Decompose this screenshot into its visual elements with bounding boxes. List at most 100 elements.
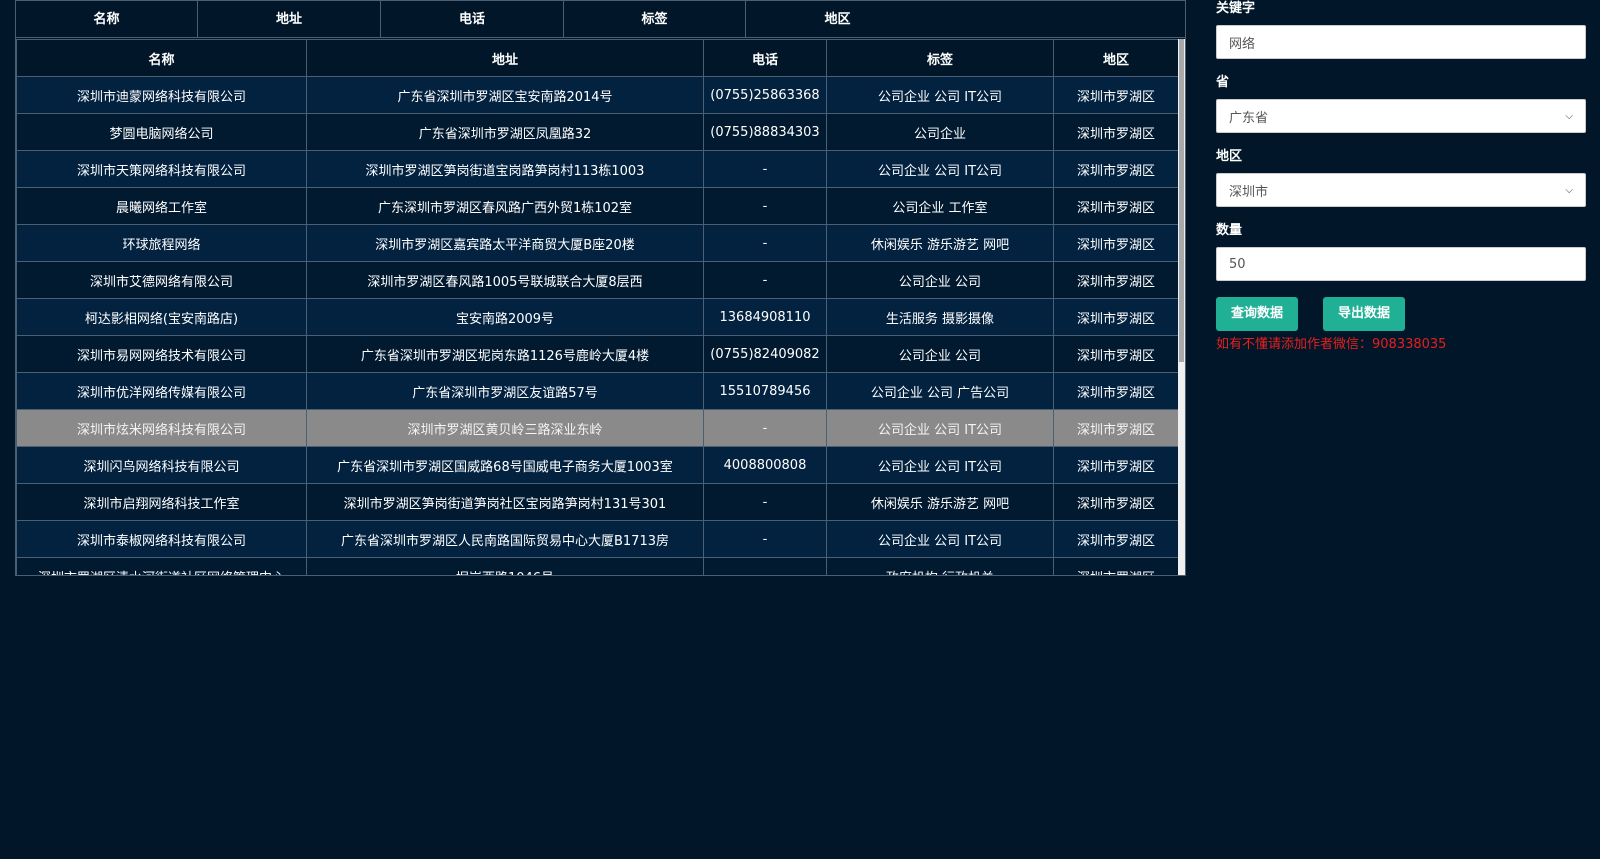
cell-address: 深圳市罗湖区黄贝岭三路深业东岭 bbox=[306, 409, 704, 447]
cell-tags: 公司企业 工作室 bbox=[826, 187, 1054, 225]
column-header-region[interactable]: 地区 bbox=[1053, 39, 1179, 77]
cell-name: 深圳市炫米网络科技有限公司 bbox=[16, 409, 307, 447]
cell-phone: - bbox=[703, 483, 827, 521]
cell-address: 广东深圳市罗湖区春风路广西外贸1栋102室 bbox=[306, 187, 704, 225]
table-row[interactable]: 深圳市迪蒙网络科技有限公司 广东省深圳市罗湖区宝安南路2014号 (0755)258… bbox=[16, 76, 1179, 114]
cell-region: 深圳市罗湖区 bbox=[1053, 557, 1179, 575]
cell-address: 坭岗西路1046号 bbox=[306, 557, 704, 575]
chevron-down-icon: ⌵ bbox=[1565, 184, 1573, 196]
fixed-header-name[interactable]: 名称 bbox=[16, 1, 198, 38]
cell-tags: 休闲娱乐 游乐游艺 网吧 bbox=[826, 483, 1054, 521]
cell-phone: - bbox=[703, 224, 827, 262]
table-row[interactable]: 晨曦网络工作室 广东深圳市罗湖区春风路广西外贸1栋102室 - 公司企业 工作室 深圳市… bbox=[16, 187, 1179, 225]
table-row[interactable]: 深圳市易网网络技术有限公司 广东省深圳市罗湖区坭岗东路1126号鹿岭大厦4楼 (07… bbox=[16, 335, 1179, 373]
cell-region: 深圳市罗湖区 bbox=[1053, 335, 1179, 373]
cell-region: 深圳市罗湖区 bbox=[1053, 187, 1179, 225]
table-row[interactable]: 梦圆电脑网络公司 广东省深圳市罗湖区凤凰路32 (0755)88834303 公司企业… bbox=[16, 113, 1179, 151]
fixed-header-phone[interactable]: 电话 bbox=[381, 1, 564, 38]
cell-phone: - bbox=[703, 187, 827, 225]
cell-region: 深圳市罗湖区 bbox=[1053, 261, 1179, 299]
cell-phone: - bbox=[703, 261, 827, 299]
chevron-down-icon: ⌵ bbox=[1565, 110, 1573, 122]
cell-phone: - bbox=[703, 409, 827, 447]
cell-tags: 公司企业 公司 bbox=[826, 261, 1054, 299]
cell-tags: 休闲娱乐 游乐游艺 网吧 bbox=[826, 224, 1054, 262]
fixed-header-address[interactable]: 地址 bbox=[198, 1, 381, 38]
results-table: 名称 地址 电话 标签 地区 深圳市迪蒙网络科技有限公司 广东省深圳市罗湖区宝安南… bbox=[16, 39, 1179, 575]
cell-tags: 政府机构 行政机关 bbox=[826, 557, 1054, 575]
contact-note: 如有不懂请添加作者微信：908338035 bbox=[1216, 337, 1447, 352]
column-header-address[interactable]: 地址 bbox=[306, 39, 704, 77]
count-label: 数量 bbox=[1216, 223, 1243, 238]
fixed-header-tags[interactable]: 标签 bbox=[564, 1, 746, 38]
region-select-value: 深圳市 bbox=[1229, 184, 1269, 200]
cell-name: 深圳闪鸟网络科技有限公司 bbox=[16, 446, 307, 484]
cell-tags: 生活服务 摄影摄像 bbox=[826, 298, 1054, 336]
cell-region: 深圳市罗湖区 bbox=[1053, 150, 1179, 188]
cell-phone: - bbox=[703, 150, 827, 188]
cell-phone: 4008800808 bbox=[703, 446, 827, 484]
cell-address: 深圳市罗湖区嘉宾路太平洋商贸大厦B座20楼 bbox=[306, 224, 704, 262]
column-header-name[interactable]: 名称 bbox=[16, 39, 307, 77]
results-table-panel: 名称 地址 电话 标签 地区 名称 地址 电话 标签 地区 深圳市迪蒙网络科技有… bbox=[15, 0, 1186, 576]
table-row[interactable]: 深圳市启翔网络科技工作室 深圳市罗湖区笋岗街道笋岗社区宝岗路笋岗村131号301-… bbox=[16, 483, 1179, 521]
cell-name: 深圳市迪蒙网络科技有限公司 bbox=[16, 76, 307, 114]
cell-name: 柯达影相网络(宝安南路店) bbox=[16, 298, 307, 336]
cell-address: 广东省深圳市罗湖区人民南路国际贸易中心大厦B1713房 bbox=[306, 520, 704, 558]
cell-name: 深圳市启翔网络科技工作室 bbox=[16, 483, 307, 521]
table-row[interactable]: 柯达影相网络(宝安南路店) 宝安南路2009号 13684908110 生活服务 摄影… bbox=[16, 298, 1179, 336]
table-row[interactable]: 深圳闪鸟网络科技有限公司 广东省深圳市罗湖区国威路68号国威电子商务大厦1003室… bbox=[16, 446, 1179, 484]
cell-name: 深圳市易网网络技术有限公司 bbox=[16, 335, 307, 373]
cell-tags: 公司企业 公司 广告公司 bbox=[826, 372, 1054, 410]
export-button[interactable]: 导出数据 bbox=[1323, 297, 1405, 331]
cell-phone: - bbox=[703, 520, 827, 558]
cell-tags: 公司企业 公司 bbox=[826, 335, 1054, 373]
table-row[interactable]: 深圳市罗湖区清水河街道社区网络管理中心坭岗西路1046号-政府机构 行政机关深圳… bbox=[16, 557, 1179, 575]
cell-name: 环球旅程网络 bbox=[16, 224, 307, 262]
cell-address: 广东省深圳市罗湖区凤凰路32 bbox=[306, 113, 704, 151]
table-scroll-area[interactable]: 名称 地址 电话 标签 地区 深圳市迪蒙网络科技有限公司 广东省深圳市罗湖区宝安南… bbox=[16, 39, 1185, 575]
cell-name: 梦圆电脑网络公司 bbox=[16, 113, 307, 151]
cell-address: 广东省深圳市罗湖区国威路68号国威电子商务大厦1003室 bbox=[306, 446, 704, 484]
cell-phone: (0755)88834303 bbox=[703, 113, 827, 151]
table-header-row: 名称 地址 电话 标签 地区 bbox=[16, 39, 1179, 77]
column-header-phone[interactable]: 电话 bbox=[703, 39, 827, 77]
province-label: 省 bbox=[1216, 75, 1230, 90]
cell-name: 深圳市天策网络科技有限公司 bbox=[16, 150, 307, 188]
cell-phone: 15510789456 bbox=[703, 372, 827, 410]
count-input[interactable]: 50 bbox=[1216, 247, 1586, 281]
cell-region: 深圳市罗湖区 bbox=[1053, 409, 1179, 447]
cell-region: 深圳市罗湖区 bbox=[1053, 446, 1179, 484]
cell-region: 深圳市罗湖区 bbox=[1053, 224, 1179, 262]
cell-name: 深圳市泰椒网络科技有限公司 bbox=[16, 520, 307, 558]
table-row[interactable]: 深圳市优洋网络传媒有限公司 广东省深圳市罗湖区友谊路57号 15510789456 公… bbox=[16, 372, 1179, 410]
action-buttons: 查询数据 导出数据 bbox=[1216, 297, 1405, 331]
province-select[interactable]: 广东省 ⌵ bbox=[1216, 99, 1586, 133]
count-input-value: 50 bbox=[1229, 256, 1246, 272]
table-row[interactable]: 深圳市艾德网络有限公司 深圳市罗湖区春风路1005号联城联合大厦8层西 - 公司企业 … bbox=[16, 261, 1179, 299]
cell-region: 深圳市罗湖区 bbox=[1053, 298, 1179, 336]
cell-tags: 公司企业 公司 IT公司 bbox=[826, 76, 1054, 114]
table-row[interactable]: 环球旅程网络 深圳市罗湖区嘉宾路太平洋商贸大厦B座20楼 - 休闲娱乐 游乐游艺 网吧… bbox=[16, 224, 1179, 262]
table-row[interactable]: 深圳市炫米网络科技有限公司 深圳市罗湖区黄贝岭三路深业东岭 - 公司企业 公司 IT公… bbox=[16, 409, 1179, 447]
keyword-input-value: 网络 bbox=[1229, 36, 1256, 52]
column-header-tags[interactable]: 标签 bbox=[826, 39, 1054, 77]
table-scrollbar-thumb[interactable] bbox=[1179, 39, 1184, 362]
query-button[interactable]: 查询数据 bbox=[1216, 297, 1298, 331]
cell-region: 深圳市罗湖区 bbox=[1053, 113, 1179, 151]
region-select[interactable]: 深圳市 ⌵ bbox=[1216, 173, 1586, 207]
keyword-input[interactable]: 网络 bbox=[1216, 25, 1586, 59]
table-scrollbar[interactable] bbox=[1178, 39, 1185, 575]
cell-tags: 公司企业 公司 IT公司 bbox=[826, 446, 1054, 484]
table-row[interactable]: 深圳市泰椒网络科技有限公司 广东省深圳市罗湖区人民南路国际贸易中心大厦B1713房… bbox=[16, 520, 1179, 558]
table-row[interactable]: 深圳市天策网络科技有限公司 深圳市罗湖区笋岗街道宝岗路笋岗村113栋1003- 公司… bbox=[16, 150, 1179, 188]
cell-region: 深圳市罗湖区 bbox=[1053, 483, 1179, 521]
cell-region: 深圳市罗湖区 bbox=[1053, 76, 1179, 114]
cell-phone: (0755)82409082 bbox=[703, 335, 827, 373]
cell-name: 深圳市艾德网络有限公司 bbox=[16, 261, 307, 299]
cell-tags: 公司企业 公司 IT公司 bbox=[826, 520, 1054, 558]
cell-address: 深圳市罗湖区笋岗街道宝岗路笋岗村113栋1003 bbox=[306, 150, 704, 188]
table-body: 深圳市迪蒙网络科技有限公司 广东省深圳市罗湖区宝安南路2014号 (0755)258… bbox=[16, 76, 1179, 575]
cell-phone: - bbox=[703, 557, 827, 575]
fixed-header-region[interactable]: 地区 bbox=[746, 1, 929, 38]
